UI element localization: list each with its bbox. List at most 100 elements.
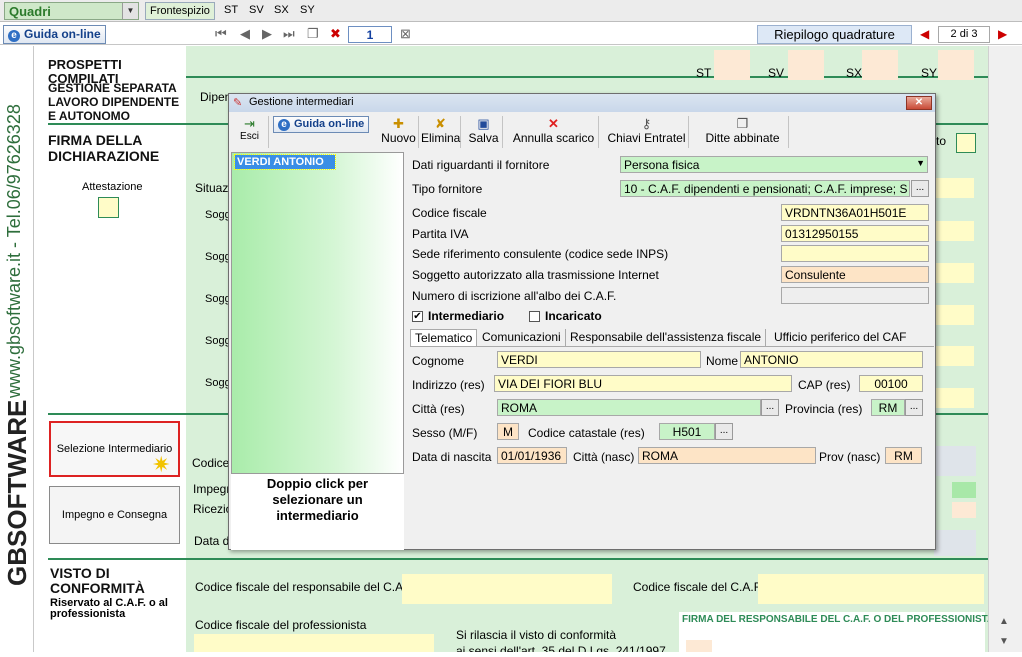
prev-page-icon[interactable]: ◀ (240, 26, 250, 42)
dati-fornitore-label: Dati riguardanti il fornitore (412, 158, 550, 172)
sidebar: www.gbsoftware.it - Tel.06/97626328 GBSO… (0, 46, 34, 652)
salva-button[interactable]: ▣ Salva (465, 116, 503, 148)
cognome-field[interactable]: VERDI (497, 351, 701, 368)
field-box[interactable] (934, 178, 974, 198)
esci-button[interactable]: ⇥ Esci (231, 116, 269, 148)
tab-sx[interactable]: SX (270, 2, 293, 20)
window-icon: ❐ (736, 116, 749, 131)
field-checkbox[interactable] (956, 133, 976, 153)
tab-responsabile[interactable]: Responsabile dell'assistenza fiscale (566, 329, 767, 346)
citta-nasc-field[interactable]: ROMA (638, 447, 816, 464)
tipo-fornitore-field[interactable]: 10 - C.A.F. dipendenti e pensionati; C.A… (620, 180, 910, 197)
field-box[interactable] (934, 346, 974, 366)
field-box[interactable] (934, 305, 974, 325)
field-box[interactable] (934, 263, 974, 283)
citta-nasc-label: Città (nasc) (573, 450, 635, 464)
nuovo-button[interactable]: ✚ Nuovo (379, 116, 419, 148)
tab-frontespizio[interactable]: Frontespizio (145, 2, 215, 20)
ricezione-checkbox[interactable] (952, 502, 976, 518)
guida-online-button[interactable]: e Guida on-line (3, 25, 106, 44)
cf-caf-field[interactable] (758, 574, 984, 604)
st-box[interactable] (714, 50, 750, 80)
tab-comunicazioni[interactable]: Comunicazioni (478, 329, 566, 346)
cf-resp-caf-field[interactable] (402, 574, 612, 604)
prov-nasc-label: Prov (nasc) (819, 450, 881, 464)
quadri-select[interactable]: Quadri ▼ (4, 2, 139, 20)
dialog-guida-button[interactable]: e Guida on-line (273, 116, 370, 133)
vertical-scrollbar[interactable]: ▲ ▼ (988, 46, 1022, 652)
provincia-field[interactable]: RM (871, 399, 905, 416)
annulla-scarico-label: Annulla scarico (512, 131, 595, 145)
firma-resp-field[interactable] (686, 640, 712, 652)
sede-field[interactable] (781, 245, 929, 262)
numero-albo-field[interactable] (781, 287, 929, 304)
tab-telematico[interactable]: Telematico (410, 329, 478, 346)
next-page-icon[interactable]: ▶ (262, 26, 272, 42)
sesso-field[interactable]: M (497, 423, 519, 440)
ricezi-label: Ricezio (193, 502, 233, 516)
catastale-field[interactable]: H501 (659, 423, 715, 440)
delete-page-icon[interactable]: ✖ (330, 26, 341, 42)
citta-field[interactable]: ROMA (497, 399, 761, 416)
sv-box[interactable] (788, 50, 824, 80)
first-page-icon[interactable]: ⏮ (215, 26, 227, 42)
sy-box[interactable] (938, 50, 974, 80)
dialog-toolbar: ⇥ Esci e Guida on-line ✚ Nuovo ✘ Elimina … (229, 113, 935, 151)
prev-module-icon[interactable]: ◀ (920, 27, 929, 41)
field-box[interactable] (934, 221, 974, 241)
riepilogo-quadrature-button[interactable]: Riepilogo quadrature (757, 25, 912, 44)
dati-fornitore-value: Persona fisica (624, 158, 700, 172)
impegno-checkbox[interactable] (952, 482, 976, 498)
tab-sy[interactable]: SY (296, 2, 319, 20)
piva-field[interactable]: 01312950155 (781, 225, 929, 242)
intermediari-list[interactable]: VERDI ANTONIO (231, 152, 404, 474)
tab-sv[interactable]: SV (245, 2, 268, 20)
piva-label: Partita IVA (412, 227, 469, 241)
list-item[interactable]: VERDI ANTONIO (234, 154, 336, 170)
chevron-down-icon[interactable]: ▼ (916, 158, 925, 168)
ditte-abbinate-button[interactable]: ❐ Ditte abbinate (697, 116, 789, 148)
add-page-icon[interactable]: ⊠ (400, 26, 411, 42)
chiavi-entratel-button[interactable]: ⚷ Chiavi Entratel (605, 116, 689, 148)
copy-page-icon[interactable]: ❐ (307, 26, 319, 42)
citta-lookup-button[interactable]: ... (761, 399, 779, 416)
field-box[interactable] (934, 388, 974, 408)
next-module-icon[interactable]: ▶ (998, 27, 1007, 41)
annulla-scarico-button[interactable]: ✕ Annulla scarico (509, 116, 599, 148)
soggetto-field[interactable]: Consulente (781, 266, 929, 283)
app-icon: ✎ (233, 97, 243, 109)
sx-box[interactable] (862, 50, 898, 80)
page-counter: 2 di 3 (938, 26, 990, 43)
chevron-down-icon[interactable]: ▼ (122, 3, 138, 19)
tipo-fornitore-lookup-button[interactable]: ... (911, 180, 929, 197)
elimina-button[interactable]: ✘ Elimina (421, 116, 461, 148)
scroll-down-icon[interactable]: ▼ (999, 636, 1009, 647)
close-icon[interactable]: ✕ (906, 96, 932, 110)
cancel-icon: ✕ (548, 116, 559, 131)
catastale-lookup-button[interactable]: ... (715, 423, 733, 440)
provincia-lookup-button[interactable]: ... (905, 399, 923, 416)
incaricato-checkbox[interactable] (529, 311, 540, 322)
tab-ufficio-periferico[interactable]: Ufficio periferico del CAF (770, 329, 911, 346)
attestazione-checkbox[interactable] (98, 197, 119, 218)
prov-nasc-field[interactable]: RM (885, 447, 922, 464)
nascita-field[interactable]: 01/01/1936 (497, 447, 567, 464)
guida-online-label: Guida on-line (24, 27, 101, 41)
cf-prof-field[interactable] (194, 634, 434, 652)
page-number-input[interactable]: 1 (348, 26, 392, 43)
intermediario-checkbox[interactable]: ✔ (412, 311, 423, 322)
cap-label: CAP (res) (798, 378, 851, 392)
data-box[interactable] (934, 530, 976, 556)
cf-field[interactable]: VRDNTN36A01H501E (781, 204, 929, 221)
signature-box[interactable] (930, 446, 976, 476)
cap-field[interactable]: 00100 (859, 375, 923, 392)
citta-label: Città (res) (412, 402, 465, 416)
last-page-icon[interactable]: ⏭ (283, 26, 295, 42)
dati-fornitore-select[interactable]: Persona fisica ▼ (620, 156, 928, 173)
tab-st[interactable]: ST (220, 2, 242, 20)
indirizzo-field[interactable]: VIA DEI FIORI BLU (494, 375, 792, 392)
impegno-consegna-button[interactable]: Impegno e Consegna (49, 486, 180, 544)
nome-field[interactable]: ANTONIO (740, 351, 923, 368)
scroll-up-icon[interactable]: ▲ (999, 616, 1009, 627)
datad-label: Data d (194, 534, 230, 548)
